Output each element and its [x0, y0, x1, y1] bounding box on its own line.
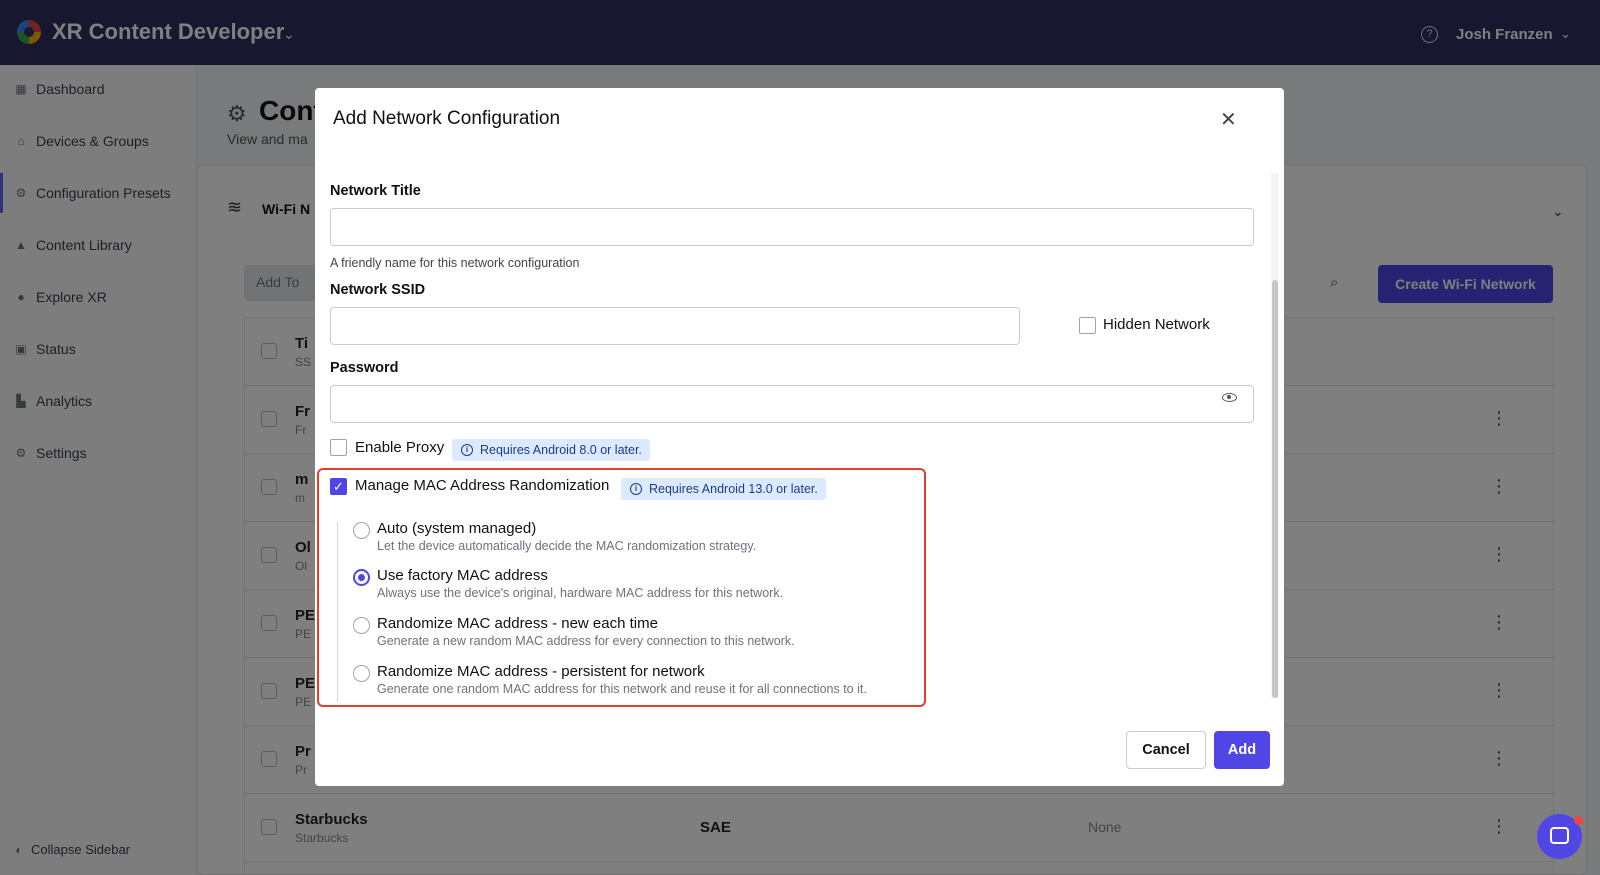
radio-option-desc: Let the device automatically decide the …	[377, 539, 757, 553]
network-ssid-input[interactable]	[330, 307, 1020, 345]
radio-group-guide	[337, 522, 338, 702]
cancel-button[interactable]: Cancel	[1126, 731, 1206, 769]
radio-option-title[interactable]: Auto (system managed)	[377, 520, 536, 537]
close-icon[interactable]: ✕	[1220, 107, 1237, 132]
info-icon: i	[461, 444, 473, 456]
network-title-label: Network Title	[330, 183, 421, 199]
network-title-input[interactable]	[330, 208, 1254, 246]
network-ssid-label: Network SSID	[330, 282, 426, 298]
proxy-requirement-text: Requires Android 8.0 or later.	[480, 443, 642, 457]
radio-option-desc: Generate one random MAC address for this…	[377, 682, 867, 696]
chat-icon	[1550, 827, 1569, 844]
scrollbar-thumb[interactable]	[1272, 280, 1278, 698]
radio-random-persistent[interactable]	[353, 665, 370, 682]
radio-option-title[interactable]: Randomize MAC address - persistent for n…	[377, 663, 705, 680]
mac-requirement-badge: i Requires Android 13.0 or later.	[621, 478, 826, 500]
add-button[interactable]: Add	[1214, 731, 1270, 769]
add-network-modal: Add Network Configuration ✕ Network Titl…	[315, 88, 1284, 786]
mac-requirement-text: Requires Android 13.0 or later.	[649, 482, 818, 496]
enable-proxy-checkbox[interactable]	[330, 439, 347, 456]
modal-title: Add Network Configuration	[333, 108, 561, 129]
info-icon: i	[630, 483, 642, 495]
manage-mac-label[interactable]: Manage MAC Address Randomization	[355, 477, 609, 494]
radio-option-title[interactable]: Randomize MAC address - new each time	[377, 615, 658, 632]
manage-mac-checkbox[interactable]: ✓	[330, 478, 347, 495]
radio-option-desc: Always use the device's original, hardwa…	[377, 586, 784, 600]
hidden-network-checkbox[interactable]	[1079, 317, 1096, 334]
password-label: Password	[330, 360, 399, 376]
radio-factory-mac[interactable]	[353, 569, 370, 586]
radio-option-title[interactable]: Use factory MAC address	[377, 567, 548, 584]
radio-option-desc: Generate a new random MAC address for ev…	[377, 634, 795, 648]
hidden-network-label[interactable]: Hidden Network	[1103, 316, 1210, 333]
enable-proxy-label[interactable]: Enable Proxy	[355, 439, 444, 456]
radio-auto[interactable]	[353, 522, 370, 539]
eye-icon[interactable]	[1222, 393, 1237, 402]
proxy-requirement-badge: i Requires Android 8.0 or later.	[452, 439, 650, 461]
password-input[interactable]	[330, 385, 1254, 423]
radio-random-each-time[interactable]	[353, 617, 370, 634]
network-title-hint: A friendly name for this network configu…	[330, 256, 580, 270]
notification-dot	[1574, 816, 1583, 825]
